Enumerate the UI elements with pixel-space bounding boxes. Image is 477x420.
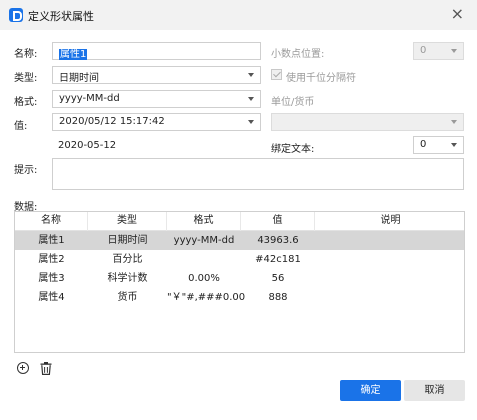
value-select[interactable]: 2020/05/12 15:17:42: [52, 113, 261, 131]
chevron-down-icon: [248, 97, 254, 101]
title-bar: 定义形状属性 ×: [0, 0, 477, 30]
name-input-value: 属性1: [59, 49, 88, 60]
app-logo-icon: [9, 8, 23, 22]
chevron-down-icon: [248, 73, 254, 77]
tip-textarea[interactable]: [52, 158, 464, 190]
cell-desc: [315, 288, 464, 307]
table-row[interactable]: 属性1 日期时间 yyyy-MM-dd 43963.6: [15, 231, 464, 250]
decimals-label: 小数点位置:: [271, 49, 325, 60]
bind-text-label: 绑定文本:: [271, 144, 315, 155]
cell-format: [167, 250, 241, 269]
decimals-select-value: 0: [420, 45, 427, 56]
cell-type: 百分比: [112, 254, 143, 265]
thousands-label: 使用千位分隔符: [286, 73, 356, 84]
format-label: 格式:: [14, 97, 38, 108]
cell-name: 属性3: [38, 273, 65, 284]
name-label: 名称:: [14, 49, 38, 60]
type-select[interactable]: 日期时间: [52, 66, 261, 84]
name-input[interactable]: 属性1: [52, 42, 261, 60]
col-header-name[interactable]: 名称: [15, 212, 88, 231]
table-header: 名称 类型 格式 值 说明: [15, 212, 464, 231]
chevron-down-icon: [451, 49, 457, 53]
cell-value: 43963.6: [257, 235, 299, 246]
cancel-button[interactable]: 取消: [404, 380, 465, 401]
bind-text-select[interactable]: 0: [413, 136, 464, 154]
cell-value: #42c181: [255, 254, 301, 265]
type-select-value: 日期时间: [59, 73, 99, 84]
cell-desc: [315, 250, 464, 269]
cell-name: 属性1: [38, 235, 65, 246]
ok-button[interactable]: 确定: [340, 380, 401, 401]
cell-type: 科学计数: [107, 273, 148, 284]
col-header-value[interactable]: 值: [241, 212, 315, 231]
value-preview: 2020-05-12: [58, 140, 117, 151]
col-header-desc[interactable]: 说明: [315, 212, 464, 231]
format-select-value: yyyy-MM-dd: [59, 93, 120, 104]
chevron-down-icon: [451, 120, 457, 124]
cell-format: 0.00%: [188, 273, 220, 284]
cell-format: yyyy-MM-dd: [173, 235, 235, 246]
close-icon[interactable]: ×: [451, 5, 464, 23]
table-row[interactable]: 属性3 科学计数 0.00% 56: [15, 269, 464, 288]
cell-desc: [315, 269, 464, 288]
table-row[interactable]: 属性2 百分比 #42c181: [15, 250, 464, 269]
table-row[interactable]: 属性4 货币 "￥"#,###0.00 888: [15, 288, 464, 307]
col-header-type[interactable]: 类型: [88, 212, 167, 231]
format-select[interactable]: yyyy-MM-dd: [52, 90, 261, 108]
thousands-checkbox[interactable]: [271, 69, 282, 80]
value-select-value: 2020/05/12 15:17:42: [59, 116, 165, 127]
chevron-down-icon: [248, 120, 254, 124]
cell-name: 属性4: [38, 292, 65, 303]
col-header-format[interactable]: 格式: [167, 212, 241, 231]
unit-label: 单位/货币: [271, 97, 315, 108]
trash-icon[interactable]: [40, 362, 52, 375]
unit-select[interactable]: [271, 113, 464, 131]
type-label: 类型:: [14, 73, 38, 84]
cell-format: "￥"#,###0.00: [167, 292, 246, 303]
value-label: 值:: [14, 121, 28, 132]
cell-value: 56: [271, 273, 285, 284]
cell-desc: [315, 231, 464, 250]
decimals-select[interactable]: 0: [413, 42, 464, 60]
cell-type: 日期时间: [107, 235, 148, 246]
data-table[interactable]: 名称 类型 格式 值 说明 属性1 日期时间 yyyy-MM-dd 43963.…: [14, 211, 465, 353]
cell-value: 888: [268, 292, 288, 303]
bind-text-select-value: 0: [420, 139, 427, 150]
chevron-down-icon: [451, 143, 457, 147]
tip-label: 提示:: [14, 165, 38, 176]
add-circle-icon[interactable]: [17, 362, 29, 374]
cell-name: 属性2: [38, 254, 65, 265]
cell-type: 货币: [117, 292, 138, 303]
dialog-title: 定义形状属性: [28, 10, 94, 23]
